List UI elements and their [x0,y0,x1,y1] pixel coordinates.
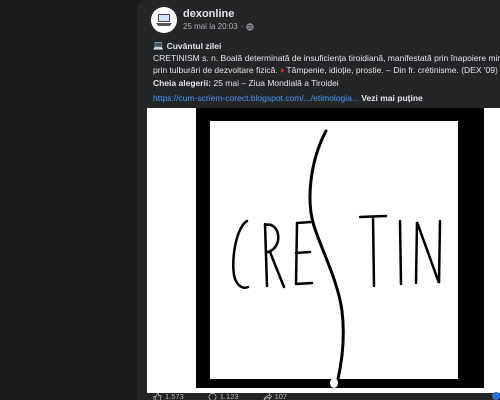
definition-line-1: CRETINISM s. n. Boală determinată de ins… [153,53,500,63]
red-diamond-icon: ♦ [280,66,285,75]
globe-icon [246,22,254,31]
post-body: CRETINISM s. n. Boală determinată de ins… [153,52,500,89]
key-line: Cheia alegerii: 25 mai – Ziua Mondială a… [153,77,500,89]
post-meta: 25 mai la 20:03 · [183,22,254,31]
comment-icon [208,392,217,400]
messenger-badge-icon[interactable] [492,392,500,400]
facebook-post: dexonline 25 mai la 20:03 · 💻 Cuvântul z… [137,0,500,400]
laptop-emoji-icon: 💻 [153,40,164,50]
share-count: 107 [274,392,288,400]
key-label: Cheia alegerii: [153,78,212,88]
comment-count: 1.123 [219,392,239,400]
thumbs-up-icon [153,392,162,400]
page-avatar[interactable] [151,7,177,33]
key-text: 25 mai – Ziua Mondială a Tiroidei [213,78,339,88]
share-icon [262,392,272,400]
image-canvas [210,121,458,381]
meta-separator: · [240,22,244,31]
reaction-bar: 1.573 1.123 107 [153,392,287,400]
like-count: 1.573 [165,392,184,400]
crestin-drawing [232,129,442,381]
definition-line-2: prin tulburări de dezvoltare fizică. ♦ T… [153,64,500,77]
see-less-button[interactable]: Vezi mai puține [361,93,422,103]
definition-part-a: prin tulburări de dezvoltare fizică. [153,65,278,75]
post-link[interactable]: https://cum-scriem-corect.blogspot.com/.… [153,93,359,103]
image-frame [196,108,484,388]
page-name[interactable]: dexonline [183,8,234,20]
post-image[interactable] [147,108,500,393]
like-button[interactable]: 1.573 [153,392,184,400]
comment-button[interactable]: 1.123 [208,392,239,400]
post-heading: 💻 Cuvântul zilei [153,40,221,51]
s-tail-dot [330,378,338,388]
heading-text: Cuvântul zilei [166,40,222,51]
share-button[interactable]: 107 [262,392,288,400]
left-gutter [0,0,137,400]
definition-part-b: Tâmpenie, idioție, prostie. – Din fr. cr… [286,65,498,75]
link-line: https://cum-scriem-corect.blogspot.com/.… [153,93,423,103]
laptop-icon [156,14,172,26]
post-timestamp[interactable]: 25 mai la 20:03 [183,22,238,31]
